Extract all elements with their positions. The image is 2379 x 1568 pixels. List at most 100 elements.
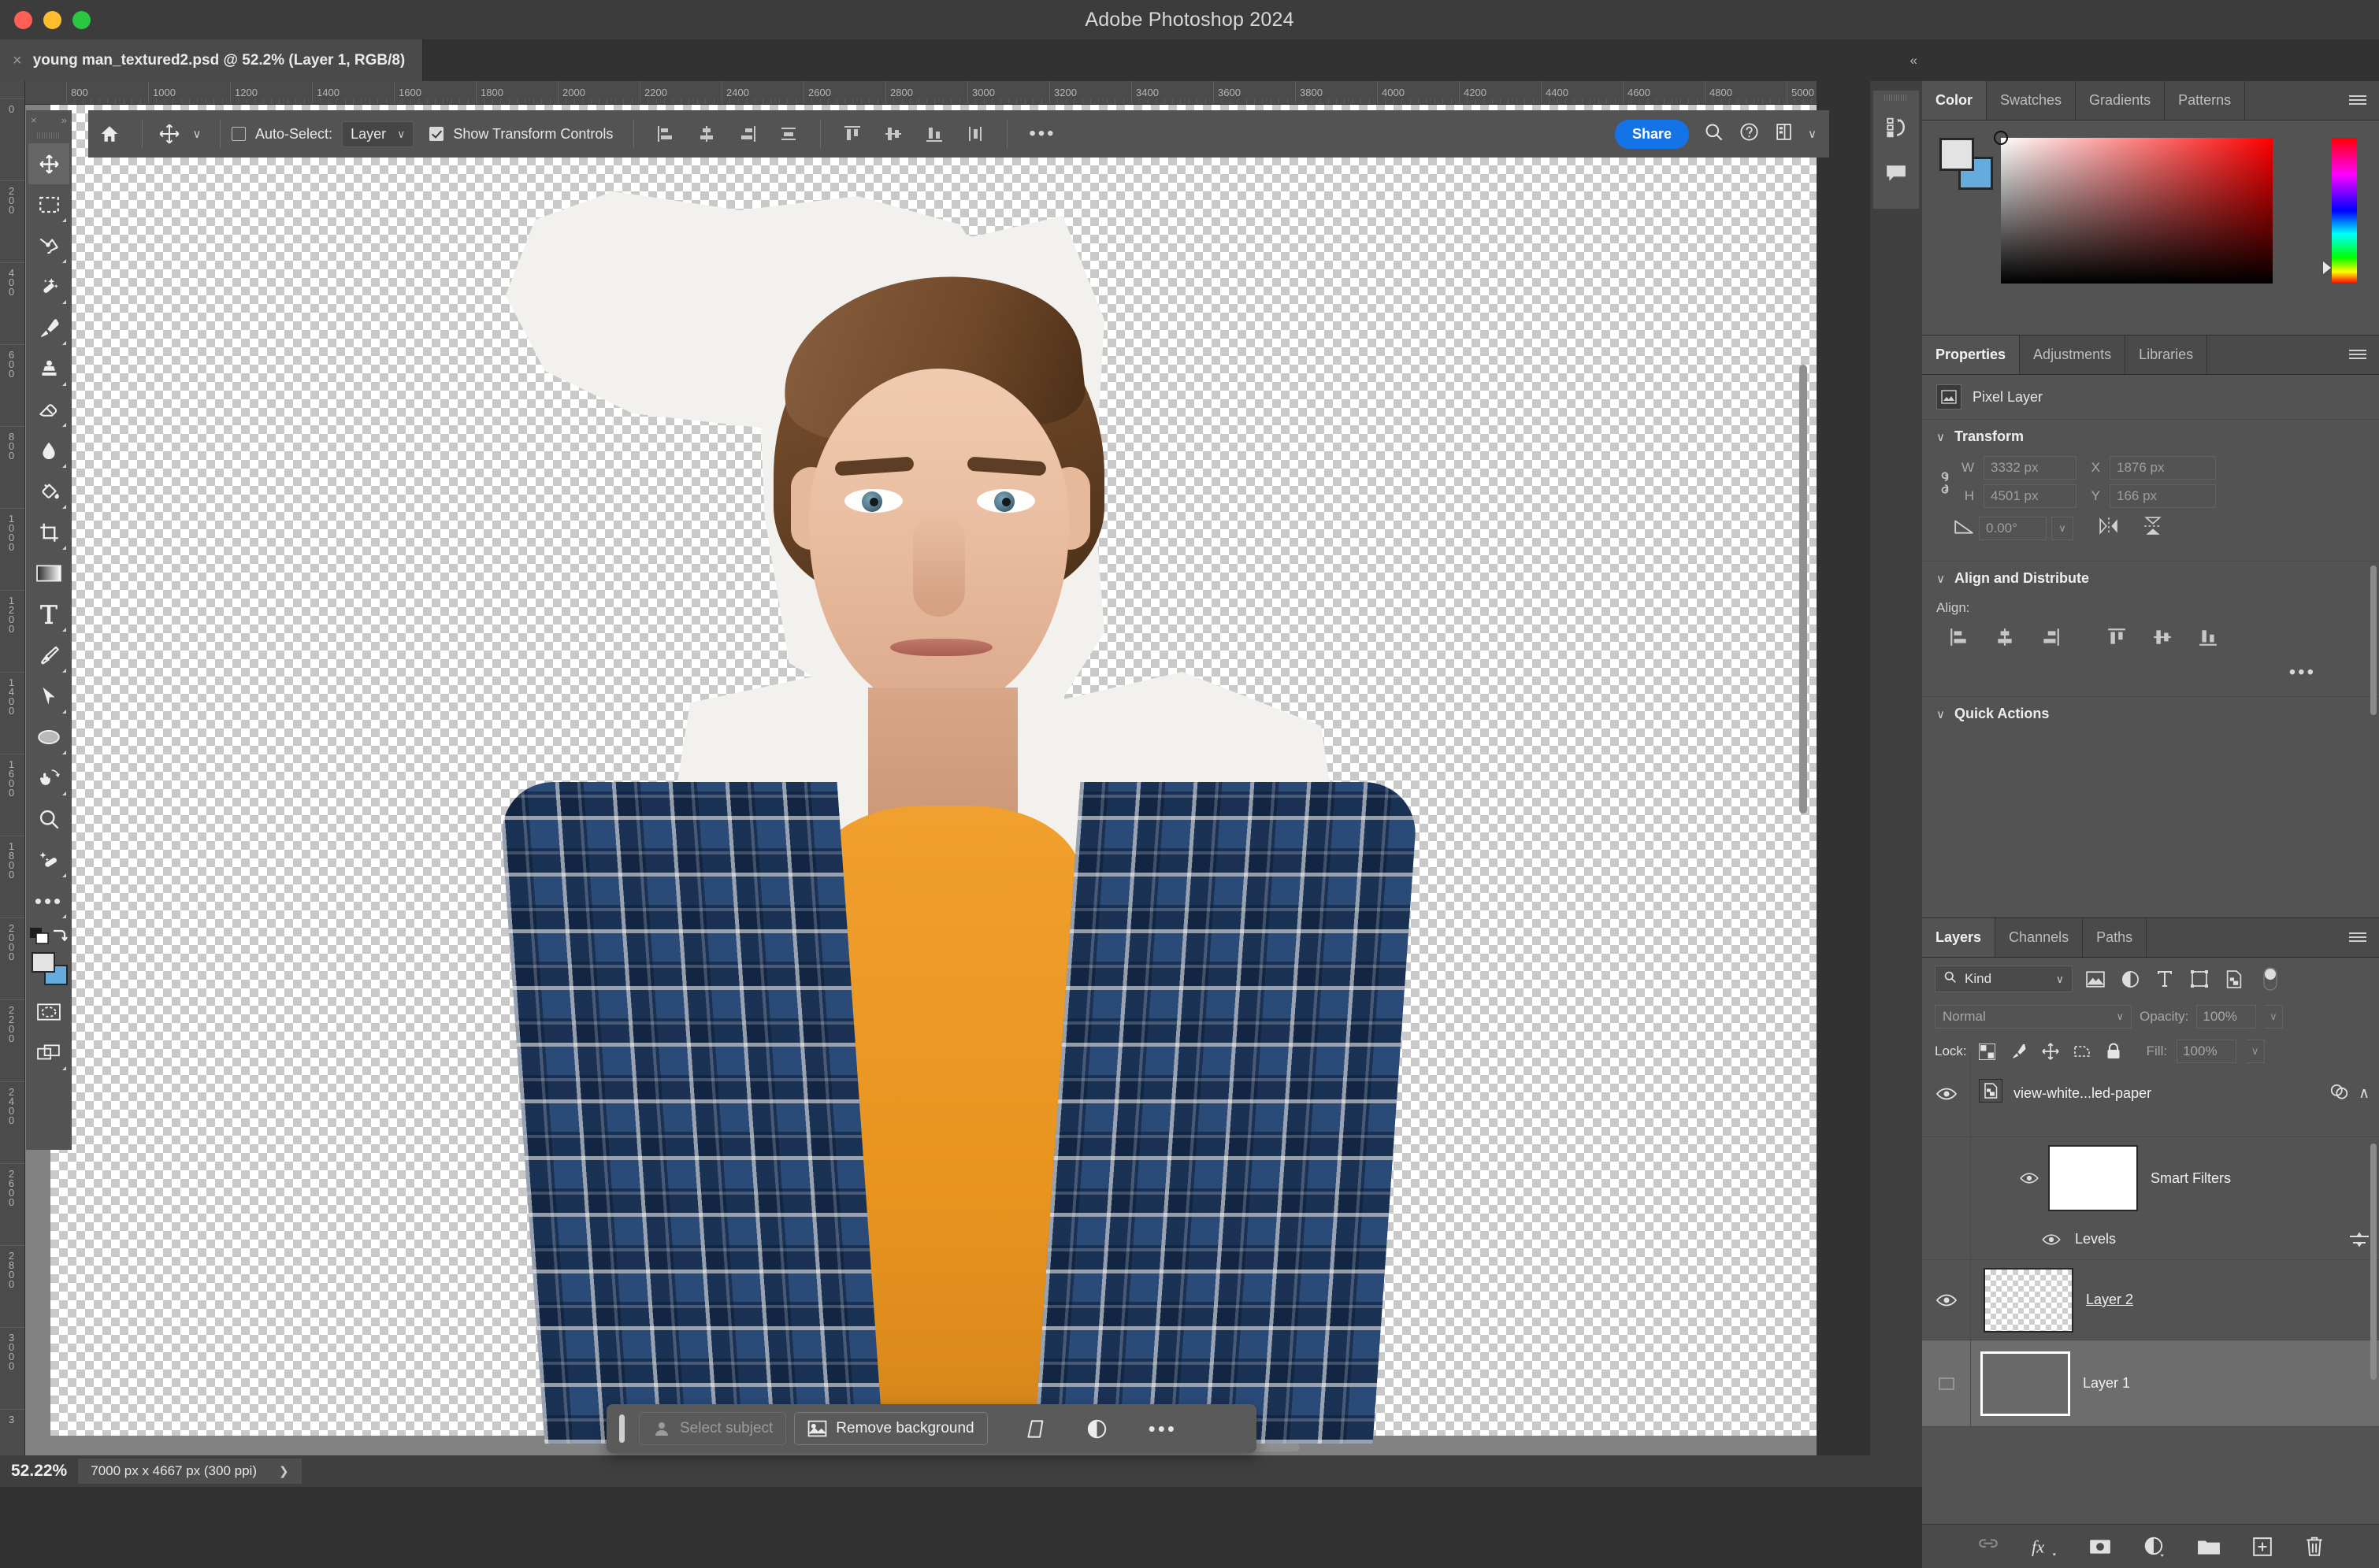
angle-field[interactable]: 0.00°	[1979, 516, 2047, 540]
transform-icon[interactable]	[1016, 1412, 1056, 1446]
tab-swatches[interactable]: Swatches	[1987, 81, 2077, 120]
paint-bucket-tool[interactable]	[28, 471, 69, 512]
blur-tool[interactable]	[28, 430, 69, 471]
history-icon[interactable]	[1873, 105, 1919, 150]
tab-color[interactable]: Color	[1922, 81, 1987, 120]
object-selection-tool[interactable]	[28, 266, 69, 307]
layer-visibility-toggle[interactable]	[1922, 1260, 1971, 1340]
tab-gradients[interactable]: Gradients	[2076, 81, 2166, 120]
layer-thumbnail[interactable]	[1984, 1267, 2073, 1333]
panel-menu-icon[interactable]	[2336, 335, 2379, 374]
filter-visibility-toggle[interactable]	[1971, 1233, 2070, 1246]
align-right-edges-icon[interactable]	[2028, 621, 2073, 654]
gradient-tool[interactable]	[28, 553, 69, 594]
adjustment-filter-icon[interactable]	[2118, 970, 2142, 988]
smart-filter-item[interactable]: Levels	[1922, 1219, 2379, 1260]
align-vertical-centers-icon[interactable]	[2140, 621, 2185, 654]
drag-handle[interactable]	[1884, 95, 1908, 101]
hue-slider[interactable]	[2323, 138, 2357, 284]
chevron-down-icon[interactable]: ∨	[1936, 707, 1945, 721]
x-field[interactable]: 1876 px	[2110, 456, 2216, 480]
opacity-stepper[interactable]: ∨	[2264, 1005, 2284, 1029]
table-row[interactable]: Layer 2	[1922, 1260, 2379, 1340]
layer-name[interactable]: view-white...led-paper	[2013, 1085, 2151, 1102]
add-layer-mask-icon[interactable]	[2088, 1538, 2112, 1555]
transform-section-header[interactable]: ∨ Transform	[1922, 420, 2379, 454]
align-left-edges-icon[interactable]	[1936, 621, 1982, 654]
foreground-color-swatch[interactable]	[32, 952, 55, 973]
auto-select-checkbox[interactable]	[232, 127, 246, 141]
share-button[interactable]: Share	[1614, 119, 1690, 149]
align-horizontal-centers-icon[interactable]	[686, 124, 727, 143]
eraser-tool[interactable]	[28, 389, 69, 430]
close-icon[interactable]: ×	[13, 53, 22, 69]
align-horizontal-centers-icon[interactable]	[1982, 621, 2028, 654]
new-adjustment-layer-icon[interactable]	[2143, 1536, 2166, 1558]
workspace-icon[interactable]	[1774, 122, 1794, 146]
chevron-right-icon[interactable]: ❯	[279, 1464, 289, 1478]
panel-menu-icon[interactable]	[2336, 81, 2379, 120]
pen-tool[interactable]	[28, 635, 69, 676]
rotate-view-tool[interactable]	[28, 758, 69, 799]
link-dimensions-icon[interactable]	[1938, 471, 1952, 499]
align-bottom-edges-icon[interactable]	[2185, 621, 2231, 654]
filter-name[interactable]: Levels	[2075, 1231, 2116, 1247]
tab-channels[interactable]: Channels	[1995, 918, 2084, 957]
panel-menu-icon[interactable]	[2336, 918, 2379, 957]
smart-filters-mask-thumbnail[interactable]	[2048, 1145, 2138, 1211]
move-tool[interactable]	[28, 143, 69, 184]
height-field[interactable]: 4501 px	[1984, 484, 2077, 508]
align-right-edges-icon[interactable]	[727, 124, 768, 143]
pixel-filter-icon[interactable]	[2084, 970, 2107, 988]
align-more-options-button[interactable]: •••	[2289, 662, 2316, 684]
distribute-horizontally-icon[interactable]	[768, 124, 809, 143]
more-options-button[interactable]: •••	[1019, 123, 1066, 145]
align-left-edges-icon[interactable]	[645, 124, 686, 143]
clone-stamp-tool[interactable]	[28, 348, 69, 389]
auto-select-target-dropdown[interactable]: Layer ∨	[342, 120, 414, 147]
close-icon[interactable]: ×	[31, 114, 37, 126]
smart-filters-row[interactable]: Smart Filters	[1922, 1137, 2379, 1219]
tab-adjustments[interactable]: Adjustments	[2020, 335, 2126, 374]
smart-object-filter-icon[interactable]	[2222, 969, 2246, 988]
document-tab[interactable]: × young man_textured2.psd @ 52.2% (Layer…	[0, 39, 424, 81]
table-row[interactable]: view-white...led-paper ∧	[1922, 1051, 2379, 1137]
tab-paths[interactable]: Paths	[2083, 918, 2147, 957]
flip-vertical-icon[interactable]	[2143, 516, 2163, 540]
new-group-icon[interactable]	[2197, 1537, 2221, 1556]
chevron-down-icon[interactable]: ∨	[1808, 127, 1817, 141]
layer-style-fx-icon[interactable]: fx	[2032, 1536, 2057, 1557]
brush-tool[interactable]	[28, 307, 69, 348]
table-row[interactable]: Layer 1	[1922, 1340, 2379, 1427]
adjustment-layer-icon[interactable]	[1077, 1412, 1117, 1446]
ellipse-tool[interactable]	[28, 717, 69, 758]
align-distribute-header[interactable]: ∨ Align and Distribute	[1922, 562, 2379, 595]
home-icon[interactable]	[88, 124, 131, 144]
edit-toolbar-button[interactable]: •••	[28, 880, 69, 921]
layer-visibility-toggle[interactable]	[1922, 1340, 1971, 1426]
properties-scrollbar[interactable]	[2370, 565, 2377, 715]
layer-visibility-toggle[interactable]	[1922, 1051, 1971, 1136]
more-options-button[interactable]: •••	[1139, 1410, 1186, 1448]
tab-properties[interactable]: Properties	[1922, 335, 2021, 374]
layer-name[interactable]: Layer 1	[2083, 1375, 2130, 1392]
drag-handle[interactable]	[619, 1414, 625, 1443]
chevron-down-icon[interactable]: ∨	[1936, 430, 1945, 444]
foreground-background-color[interactable]	[28, 949, 69, 992]
help-icon[interactable]	[1739, 121, 1760, 146]
hue-slider-marker[interactable]	[2323, 261, 2331, 274]
expand-toolbar-icon[interactable]: »	[61, 114, 67, 126]
remove-background-button[interactable]: Remove background	[794, 1412, 988, 1445]
tab-libraries[interactable]: Libraries	[2125, 335, 2208, 374]
quick-mask-button[interactable]	[28, 992, 69, 1032]
crop-tool[interactable]	[28, 512, 69, 553]
chevron-down-icon[interactable]: ∨	[185, 127, 209, 141]
foreground-color-swatch[interactable]	[1939, 138, 1974, 171]
color-picker-cursor[interactable]	[1994, 131, 2008, 145]
quick-actions-header[interactable]: ∨ Quick Actions	[1922, 697, 2379, 731]
shape-filter-icon[interactable]	[2188, 970, 2211, 988]
delete-layer-icon[interactable]	[2304, 1536, 2325, 1558]
drag-handle[interactable]	[37, 132, 61, 139]
chevron-down-icon[interactable]: ∨	[1936, 572, 1945, 586]
document-dimensions[interactable]: 7000 px x 4667 px (300 ppi) ❯	[78, 1459, 302, 1484]
